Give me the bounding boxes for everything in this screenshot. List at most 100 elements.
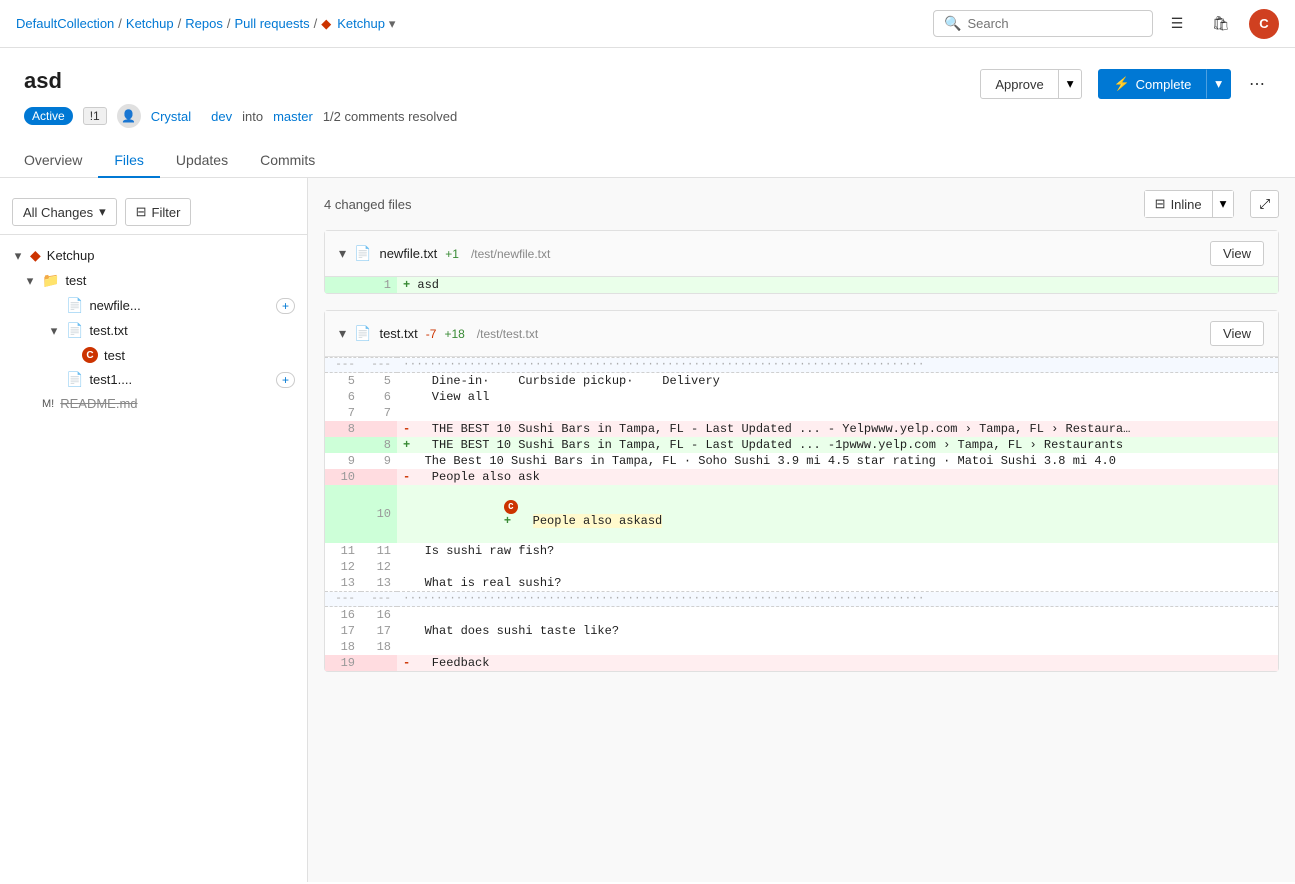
table-row: 7 7: [325, 405, 1278, 421]
tree-comment-test[interactable]: C test: [0, 343, 307, 367]
chevron-down-icon: ▾: [99, 204, 106, 220]
breadcrumb-repo-icon: ◆: [321, 16, 331, 32]
file-modified-icon: 📄: [66, 371, 83, 388]
author-link[interactable]: Crystal: [151, 109, 191, 124]
content-filter-bar: 4 changed files ⊟ Inline ▾ ⤢: [324, 190, 1279, 218]
chevron-down-icon[interactable]: ▾: [339, 245, 346, 262]
table-row: 17 17 What does sushi taste like?: [325, 623, 1278, 639]
search-input[interactable]: [967, 16, 1142, 31]
table-row: 1 + asd: [325, 277, 1278, 293]
table-row: 8 - THE BEST 10 Sushi Bars in Tampa, FL …: [325, 421, 1278, 437]
nav-icons: ☰ 🛍 C: [1161, 8, 1279, 40]
inline-button[interactable]: ⊟ Inline: [1145, 191, 1212, 217]
file-icon: 📄: [354, 245, 371, 262]
table-row: 6 6 View all: [325, 389, 1278, 405]
table-row: 19 - Feedback: [325, 655, 1278, 671]
main-layout: All Changes ▾ ⊟ Filter ▾ ◆ Ketchup ▾ 📁 t…: [0, 178, 1295, 882]
diff-block-newfile: ▾ 📄 newfile.txt +1 /test/newfile.txt Vie…: [324, 230, 1279, 294]
table-row: 16 16: [325, 607, 1278, 624]
filter-bar: All Changes ▾ ⊟ Filter: [0, 190, 307, 235]
tree-file-testtxt[interactable]: ▾ 📄 test.txt: [0, 318, 307, 343]
table-row: 12 12: [325, 559, 1278, 575]
table-row: --- --- ································…: [325, 592, 1278, 607]
comment-dot: C: [82, 347, 98, 363]
search-icon: 🔍: [944, 15, 961, 32]
file-icon: 📄: [66, 322, 83, 339]
source-branch-link[interactable]: dev: [211, 109, 232, 124]
inline-icon: ⊟: [1155, 196, 1166, 212]
diff-block-testtxt: ▾ 📄 test.txt -7 +18 /test/test.txt View …: [324, 310, 1279, 672]
content-area: 4 changed files ⊟ Inline ▾ ⤢ ▾ 📄 newfile…: [308, 178, 1295, 882]
target-branch-link[interactable]: master: [273, 109, 313, 124]
vote-badge: !1: [83, 107, 107, 125]
avatar[interactable]: C: [1249, 9, 1279, 39]
chevron-down-icon[interactable]: ▾: [339, 325, 346, 342]
file-icon: 📄: [66, 297, 83, 314]
breadcrumb-ketchup[interactable]: Ketchup: [337, 16, 385, 31]
status-badge: Active: [24, 107, 73, 125]
expand-button[interactable]: ⤢: [1250, 190, 1279, 218]
table-row: --- --- ································…: [325, 358, 1278, 373]
top-nav: DefaultCollection / Ketchup / Repos / Pu…: [0, 0, 1295, 48]
tab-files[interactable]: Files: [98, 144, 160, 178]
diff-path: /test/newfile.txt: [471, 247, 550, 261]
complete-group: ⚡ Complete ▾: [1098, 69, 1231, 99]
meta-avatar: 👤: [117, 104, 141, 128]
pr-title: asd: [24, 68, 62, 94]
view-file-button-2[interactable]: View: [1210, 321, 1264, 346]
tree-file-readme[interactable]: M! README.md: [0, 392, 307, 415]
diff-filename: test.txt: [379, 326, 417, 341]
merge-icon: ⚡: [1113, 76, 1129, 92]
breadcrumb: DefaultCollection / Ketchup / Repos / Pu…: [16, 16, 395, 32]
pr-meta: Active !1 👤 Crystal dev into master 1/2 …: [24, 104, 1271, 128]
list-icon[interactable]: ☰: [1161, 8, 1193, 40]
table-row: 8 + THE BEST 10 Sushi Bars in Tampa, FL …: [325, 437, 1278, 453]
view-file-button[interactable]: View: [1210, 241, 1264, 266]
inline-group: ⊟ Inline ▾: [1144, 190, 1235, 218]
table-row: 10 - People also ask: [325, 469, 1278, 485]
add-comment-button-2[interactable]: +: [276, 372, 295, 388]
diff-removed: -7: [426, 327, 437, 341]
chevron-down-icon: ▾: [48, 323, 60, 339]
bag-icon[interactable]: 🛍: [1205, 8, 1237, 40]
breadcrumb-pullrequests[interactable]: Pull requests: [234, 16, 309, 31]
filter-icon: ⊟: [136, 204, 147, 220]
breadcrumb-collection[interactable]: DefaultCollection: [16, 16, 114, 31]
breadcrumb-repos[interactable]: Repos: [185, 16, 223, 31]
search-box[interactable]: 🔍: [933, 10, 1153, 37]
sidebar: All Changes ▾ ⊟ Filter ▾ ◆ Ketchup ▾ 📁 t…: [0, 178, 308, 882]
approve-group: Approve ▾: [980, 69, 1082, 99]
repo-icon: ◆: [30, 247, 41, 264]
tab-updates[interactable]: Updates: [160, 144, 244, 178]
table-row: 9 9 The Best 10 Sushi Bars in Tampa, FL …: [325, 453, 1278, 469]
inline-dropdown-button[interactable]: ▾: [1212, 191, 1234, 217]
tab-commits[interactable]: Commits: [244, 144, 331, 178]
add-comment-button[interactable]: +: [276, 298, 295, 314]
tree-root[interactable]: ▾ ◆ Ketchup: [0, 243, 307, 268]
chevron-down-icon: ▾: [12, 248, 24, 264]
breadcrumb-project[interactable]: Ketchup: [126, 16, 174, 31]
filter-button[interactable]: ⊟ Filter: [125, 198, 192, 226]
tree-folder-test[interactable]: ▾ 📁 test: [0, 268, 307, 293]
table-row: 13 13 What is real sushi?: [325, 575, 1278, 592]
approve-dropdown-button[interactable]: ▾: [1059, 69, 1083, 99]
table-row: 18 18: [325, 639, 1278, 655]
diff-header-newfile: ▾ 📄 newfile.txt +1 /test/newfile.txt Vie…: [325, 231, 1278, 277]
tabs: Overview Files Updates Commits: [0, 128, 1295, 178]
table-row: 5 5 Dine-in· Curbside pickup· Delivery: [325, 373, 1278, 390]
pr-toolbar: Approve ▾ ⚡ Complete ▾ ⋯: [980, 68, 1271, 100]
tree-file-newfile[interactable]: 📄 newfile... +: [0, 293, 307, 318]
complete-button[interactable]: ⚡ Complete: [1098, 69, 1206, 99]
comment-dot-inline: C: [504, 500, 518, 514]
table-row: 11 11 Is sushi raw fish?: [325, 543, 1278, 559]
tree-file-test1[interactable]: 📄 test1.... +: [0, 367, 307, 392]
complete-dropdown-button[interactable]: ▾: [1206, 69, 1231, 99]
more-button[interactable]: ⋯: [1243, 68, 1271, 100]
changed-count: 4 changed files: [324, 197, 726, 212]
diff-filename: newfile.txt: [379, 246, 437, 261]
all-changes-button[interactable]: All Changes ▾: [12, 198, 117, 226]
folder-icon: 📁: [42, 272, 59, 289]
chevron-down-icon: ▾: [24, 273, 36, 289]
tab-overview[interactable]: Overview: [24, 144, 98, 178]
approve-button[interactable]: Approve: [980, 69, 1058, 99]
